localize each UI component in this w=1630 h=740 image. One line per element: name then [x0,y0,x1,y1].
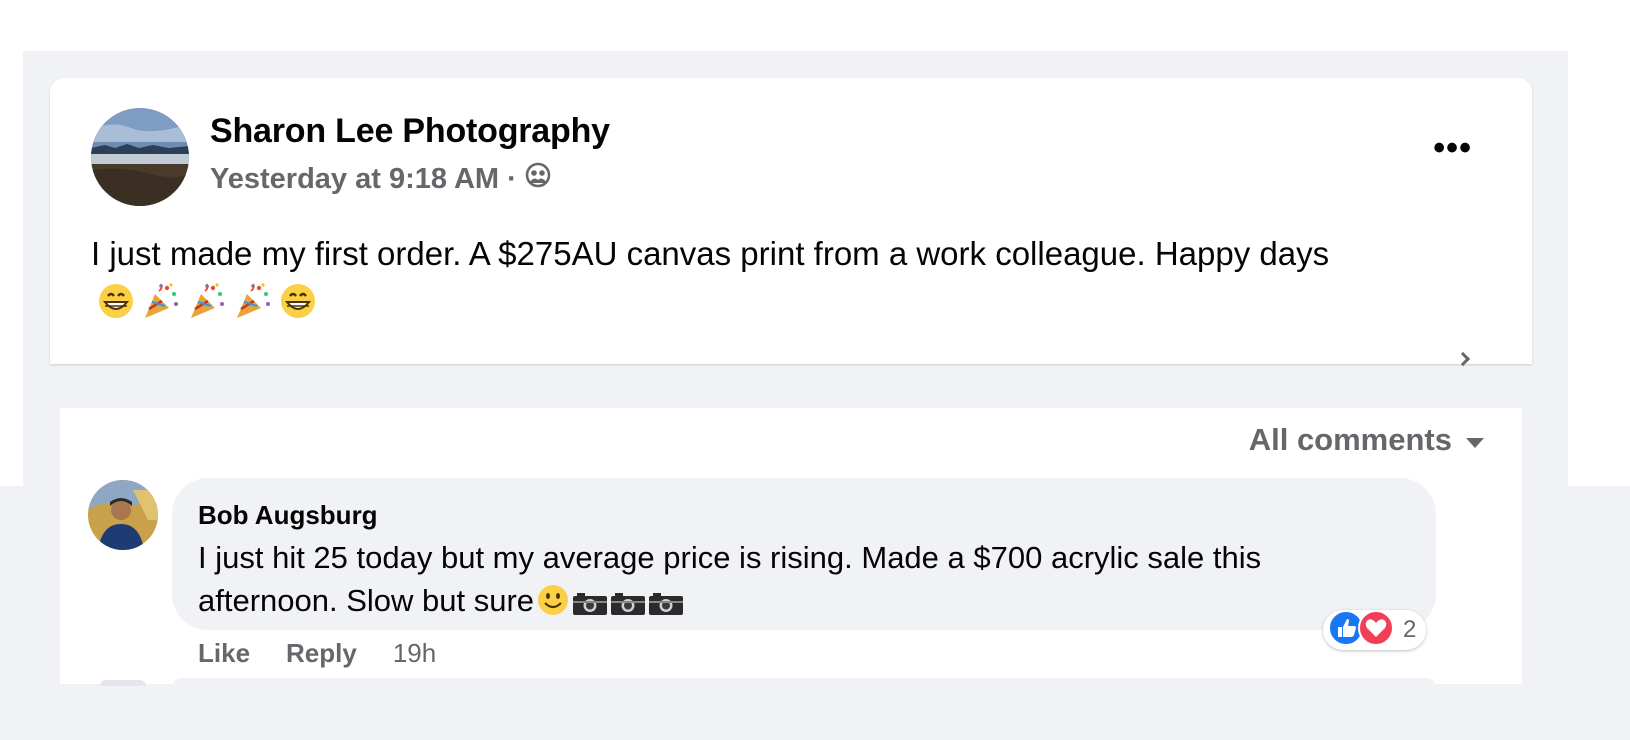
post-emojis [97,282,317,332]
party-popper-emoji-icon [187,282,227,332]
next-comment-bubble [172,678,1436,688]
grinning-face-emoji-icon [279,282,317,332]
party-popper-emoji-icon [141,282,181,332]
love-icon [1357,609,1395,652]
more-options-icon[interactable]: ••• [1433,131,1472,165]
reply-button[interactable]: Reply [286,638,357,669]
camera-emoji-icon [610,584,646,627]
caret-down-icon[interactable] [1466,438,1484,448]
post-text: I just made my first order. A $275AU can… [91,235,1330,272]
comments-sort-dropdown[interactable]: All comments [1249,422,1452,458]
next-commenter-avatar [100,680,146,686]
comments-panel: All comments Bob Augsburg I just hit 25 … [60,408,1522,688]
facebook-post-screenshot: Sharon Lee Photography Yesterday at 9:18… [0,0,1630,740]
chevron-right-icon[interactable] [1455,351,1471,367]
commenter-avatar[interactable] [88,480,158,550]
post-body: I just made my first order. A $275AU can… [91,230,1491,332]
comment-bubble: Bob Augsburg I just hit 25 today but my … [172,478,1436,630]
post-card: Sharon Lee Photography Yesterday at 9:18… [50,78,1532,367]
author-avatar[interactable] [91,108,189,206]
comment-text: I just hit 25 today but my average price… [198,540,1262,618]
camera-emoji-icon [648,584,684,627]
reaction-summary[interactable]: 2 [1323,609,1427,652]
meta-separator: · [507,162,517,195]
post-author-name[interactable]: Sharon Lee Photography [210,112,610,151]
like-button[interactable]: Like [198,638,250,669]
friends-icon[interactable] [525,162,551,196]
comment-body: I just hit 25 today but my average price… [198,536,1398,628]
comment-time[interactable]: 19h [393,638,436,669]
camera-emoji-icon [572,584,608,627]
post-meta: Yesterday at 9:18 AM · [210,162,551,196]
comment-emojis [536,583,684,628]
post-timestamp[interactable]: Yesterday at 9:18 AM [210,163,499,196]
comment-author-name[interactable]: Bob Augsburg [198,500,378,531]
comment-actions: Like Reply 19h [198,638,436,669]
slightly-smiling-face-emoji-icon [536,583,570,628]
grinning-face-emoji-icon [97,282,135,332]
reaction-count: 2 [1403,616,1417,643]
party-popper-emoji-icon [233,282,273,332]
